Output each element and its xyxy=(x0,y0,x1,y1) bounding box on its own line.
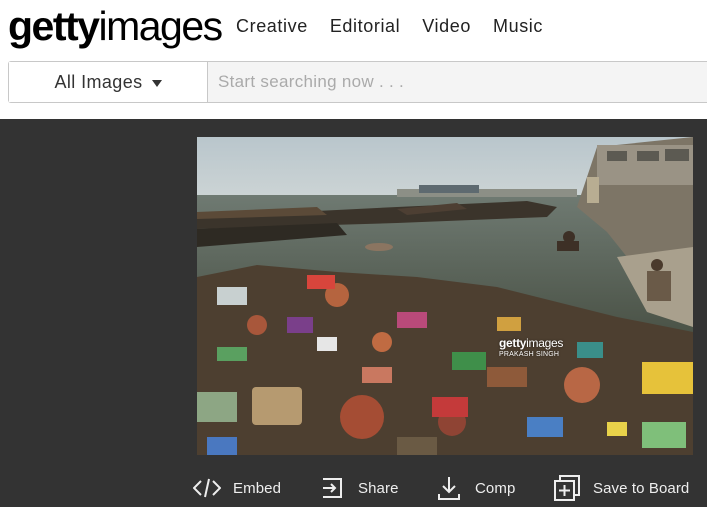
logo-getty: getty xyxy=(8,3,100,49)
nav-creative[interactable]: Creative xyxy=(236,14,308,38)
photo-illustration xyxy=(197,137,693,455)
comp-label: Comp xyxy=(475,479,516,497)
logo-images: images xyxy=(98,3,223,49)
embed-button[interactable]: Embed xyxy=(193,472,281,504)
save-to-board-button[interactable]: Save to Board xyxy=(553,472,689,504)
site-header: gettyimages Creative Editorial Video Mus… xyxy=(0,0,707,119)
nav-music[interactable]: Music xyxy=(493,14,543,38)
image-type-dropdown[interactable]: All Images xyxy=(9,62,208,102)
share-label: Share xyxy=(358,479,399,497)
photo-watermark: gettyimages PRAKASH SINGH xyxy=(499,337,563,359)
main-nav: Creative Editorial Video Music xyxy=(236,14,565,38)
download-icon xyxy=(435,474,463,502)
search-bar: All Images xyxy=(8,61,707,103)
nav-editorial[interactable]: Editorial xyxy=(330,14,400,38)
image-actions: Embed Share Comp Save to Board xyxy=(0,472,707,504)
nav-video[interactable]: Video xyxy=(422,14,471,38)
watermark-logo-light: images xyxy=(526,336,564,350)
search-input[interactable] xyxy=(208,62,707,102)
embed-label: Embed xyxy=(233,479,282,497)
editorial-photo[interactable]: gettyimages PRAKASH SINGH xyxy=(197,137,693,455)
code-icon xyxy=(193,474,221,502)
getty-images-logo[interactable]: gettyimages xyxy=(8,2,223,50)
share-icon xyxy=(318,474,346,502)
save-to-board-label: Save to Board xyxy=(593,479,690,497)
watermark-logo: gettyimages xyxy=(499,337,563,350)
share-button[interactable]: Share xyxy=(318,472,399,504)
photo-credit: PRAKASH SINGH xyxy=(499,351,560,358)
add-board-icon xyxy=(553,474,581,502)
watermark-logo-bold: getty xyxy=(499,336,527,350)
caret-down-icon xyxy=(151,80,162,87)
comp-button[interactable]: Comp xyxy=(435,472,515,504)
image-type-label: All Images xyxy=(54,71,143,92)
